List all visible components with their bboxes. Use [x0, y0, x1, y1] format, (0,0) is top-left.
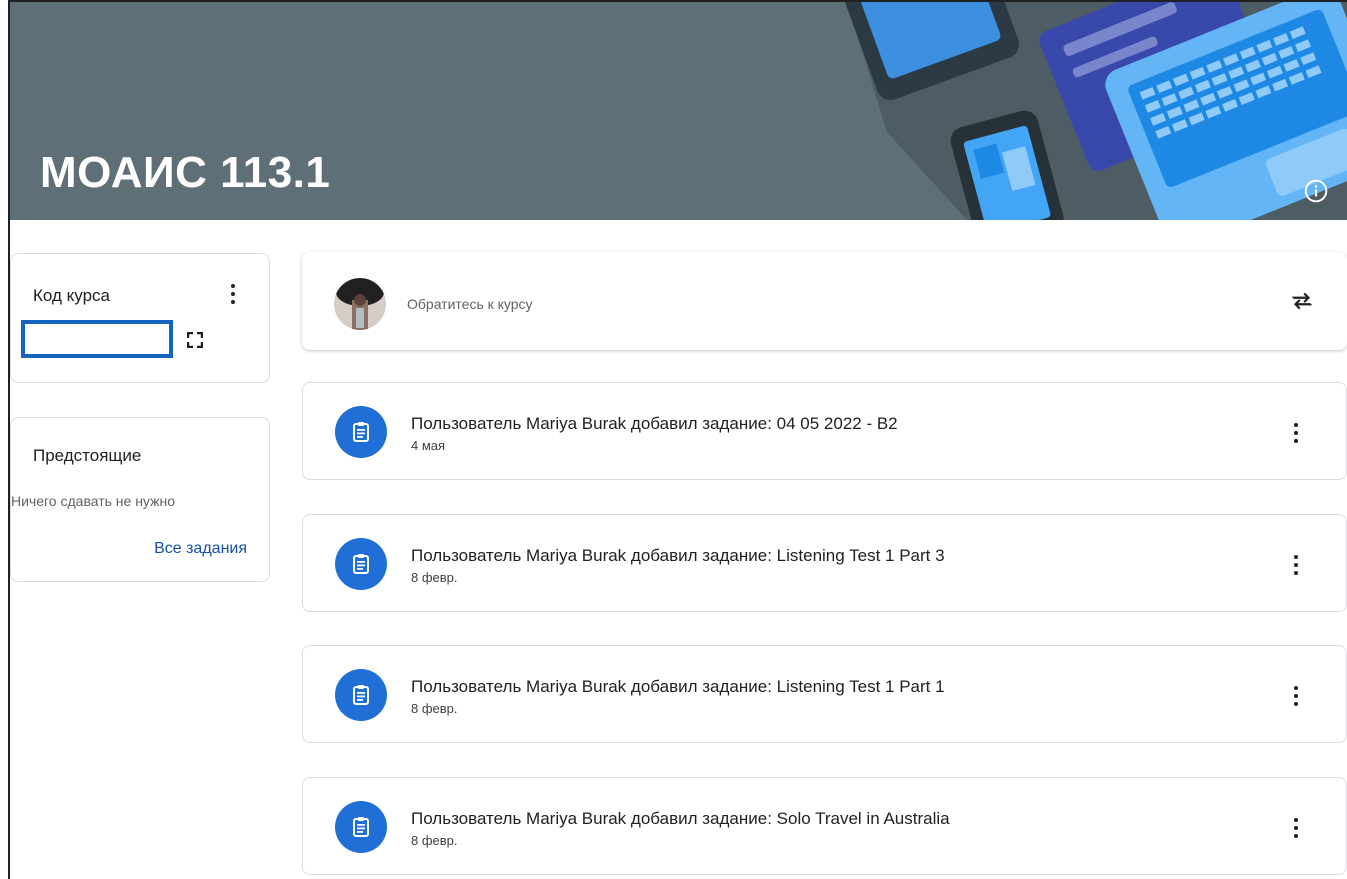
course-banner: МОАИС 113.1 — [10, 2, 1347, 220]
all-assignments-link[interactable]: Все задания — [154, 540, 247, 558]
post-title: Пользователь Mariya Burak добавил задани… — [411, 809, 950, 828]
post-title: Пользователь Mariya Burak добавил задани… — [411, 546, 945, 565]
post-date: 4 мая — [411, 438, 446, 453]
course-code-card: Код курса — [10, 253, 270, 383]
post-title: Пользователь Mariya Burak добавил задани… — [411, 414, 898, 433]
assignment-icon-badge — [335, 801, 387, 853]
assignment-icon-badge — [335, 538, 387, 590]
announce-box[interactable]: Обратитесь к курсу — [302, 252, 1347, 350]
assignment-icon — [353, 817, 369, 837]
upcoming-empty-text: Ничего сдавать не нужно — [11, 493, 175, 509]
assignment-icon — [353, 554, 369, 574]
post-date: 8 февр. — [411, 570, 458, 585]
assignment-icon-badge — [335, 406, 387, 458]
list-item[interactable]: Пользователь Mariya Burak добавил задани… — [302, 514, 1347, 612]
banner-illustration — [844, 2, 1347, 220]
post-menu-button[interactable] — [1286, 812, 1306, 844]
info-icon — [1304, 179, 1328, 203]
info-button[interactable] — [1301, 176, 1331, 206]
list-item[interactable]: Пользователь Mariya Burak добавил задани… — [302, 645, 1347, 743]
upcoming-title: Предстоящие — [33, 446, 142, 465]
post-menu-button[interactable] — [1286, 549, 1306, 581]
fullscreen-icon[interactable] — [187, 332, 203, 348]
course-code-value — [21, 320, 173, 358]
post-date: 8 февр. — [411, 833, 458, 848]
avatar — [334, 278, 386, 330]
assignment-icon-badge — [335, 669, 387, 721]
course-code-menu-button[interactable] — [223, 278, 243, 310]
upcoming-card: Предстоящие Ничего сдавать не нужно Все … — [10, 417, 270, 582]
assignment-icon — [353, 422, 369, 442]
more-vert-icon — [1294, 555, 1298, 559]
list-item[interactable]: Пользователь Mariya Burak добавил задани… — [302, 777, 1347, 875]
course-title: МОАИС 113.1 — [40, 148, 331, 197]
assignment-icon — [353, 685, 369, 705]
announce-placeholder: Обратитесь к курсу — [407, 296, 533, 312]
post-menu-button[interactable] — [1286, 417, 1306, 449]
post-menu-button[interactable] — [1286, 680, 1306, 712]
more-vert-icon — [1294, 818, 1298, 822]
repost-icon[interactable] — [1289, 288, 1315, 314]
more-vert-icon — [1294, 686, 1298, 690]
course-code-title: Код курса — [33, 286, 110, 305]
more-vert-icon — [1294, 423, 1298, 427]
more-vert-icon — [231, 284, 235, 288]
list-item[interactable]: Пользователь Mariya Burak добавил задани… — [302, 382, 1347, 480]
post-title: Пользователь Mariya Burak добавил задани… — [411, 677, 945, 696]
post-date: 8 февр. — [411, 701, 458, 716]
